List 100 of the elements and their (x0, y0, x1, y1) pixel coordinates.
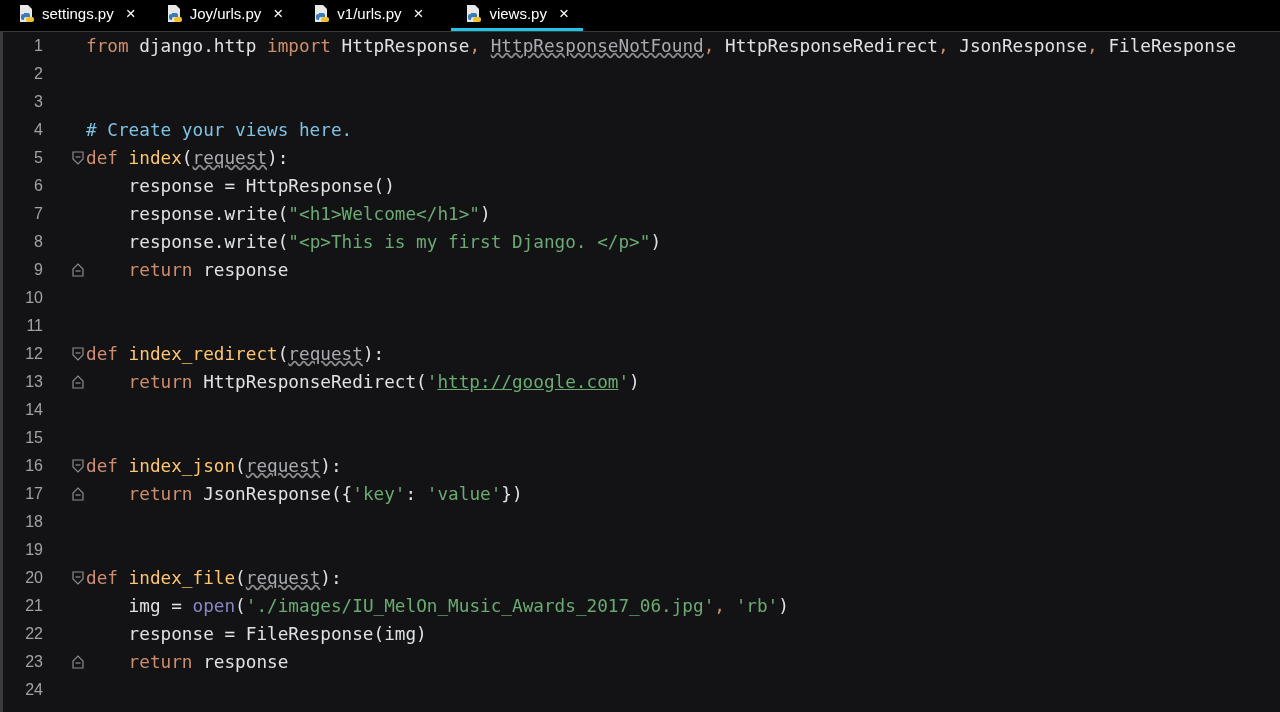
code-text: response = HttpResponse() (127, 174, 395, 198)
string-literal: "<h1>Welcome</h1>" (288, 202, 480, 226)
code-text: img = (127, 594, 183, 618)
line-number: 14 (24, 400, 44, 420)
close-tab-button[interactable]: × (558, 1, 569, 27)
code-text: response (203, 650, 289, 674)
fold-collapse-icon[interactable] (72, 347, 84, 361)
code-link[interactable]: http://google.com (437, 368, 619, 396)
keyword-text: def (86, 566, 119, 590)
line-number: 13 (24, 372, 44, 392)
line-number: 4 (33, 120, 44, 140)
string-literal: 'rb' (735, 594, 779, 618)
line-number: 9 (33, 260, 44, 280)
fold-collapse-icon[interactable] (72, 571, 84, 585)
close-tab-button[interactable]: × (273, 1, 284, 27)
code-comment: # Create your views here. (86, 118, 353, 142)
fold-end-icon[interactable] (72, 655, 84, 669)
unused-name: request (192, 146, 268, 170)
file-tab[interactable]: v1/urls.py × (311, 0, 436, 31)
code-text: ) (480, 202, 491, 226)
close-tab-button[interactable]: × (125, 1, 136, 27)
keyword-text: , (469, 34, 482, 58)
code-text: : (405, 482, 418, 506)
keyword-text: , (938, 34, 950, 58)
code-text: ): (267, 146, 289, 170)
code-text: ): (362, 342, 385, 366)
line-number: 22 (24, 624, 44, 644)
tab-label: v1/urls.py (337, 3, 402, 24)
string-literal: 'key' (352, 482, 406, 506)
code-text: response = FileResponse(img) (127, 622, 427, 646)
line-number: 2 (33, 64, 44, 84)
keyword-text: return (127, 482, 194, 506)
code-text: }) (501, 482, 523, 506)
line-number: 8 (33, 232, 44, 252)
keyword-text: return (127, 650, 194, 674)
close-tab-button[interactable]: × (413, 1, 424, 27)
code-text: ( (235, 454, 246, 478)
keyword-text: import (267, 34, 332, 58)
python-file-icon (465, 4, 484, 24)
tab-label: views.py (489, 3, 547, 24)
code-text: ( (181, 146, 193, 170)
keyword-text: def (86, 454, 119, 478)
python-file-icon (165, 4, 184, 24)
function-name: index_redirect (128, 342, 278, 366)
unused-name: request (245, 454, 321, 478)
code-text: ) (629, 370, 640, 394)
string-literal: ' (426, 370, 438, 394)
code-text: response.write( (127, 230, 289, 254)
string-literal: 'value' (426, 482, 502, 506)
code-text: ) (650, 230, 662, 254)
keyword-text: return (127, 370, 194, 394)
fold-collapse-icon[interactable] (72, 151, 84, 165)
line-number: 7 (33, 204, 44, 224)
code-text: ) (778, 594, 789, 618)
code-text: response.write( (127, 202, 289, 226)
code-text: HttpResponseRedirect (725, 34, 938, 58)
keyword-text: , (1087, 34, 1099, 58)
code-text: response (203, 258, 289, 282)
file-tab[interactable]: views.py × (451, 0, 583, 31)
line-number: 10 (24, 288, 44, 308)
unused-name: HttpResponseNotFound (490, 34, 704, 58)
string-literal: ' (618, 370, 630, 394)
string-literal: "<p>This is my first Django. </p>" (288, 230, 651, 254)
code-text: HttpResponse (341, 34, 470, 58)
python-file-icon (313, 4, 332, 24)
tab-label: settings.py (42, 3, 114, 24)
code-text: ( (277, 342, 289, 366)
line-number: 1 (33, 36, 44, 56)
function-name: index (128, 146, 182, 170)
fold-end-icon[interactable] (72, 487, 84, 501)
line-number: 5 (33, 148, 44, 168)
function-name: index_json (128, 454, 236, 478)
line-number: 11 (25, 316, 44, 336)
fold-end-icon[interactable] (72, 263, 84, 277)
line-number: 6 (33, 176, 44, 196)
function-name: index_file (128, 566, 236, 590)
line-number: 21 (24, 596, 44, 616)
code-text: django.http (139, 34, 258, 58)
line-number: 16 (24, 456, 44, 476)
line-number: 3 (33, 92, 44, 112)
tab-label: Joy/urls.py (189, 3, 262, 24)
fold-collapse-icon[interactable] (72, 459, 84, 473)
code-text: ( (235, 594, 246, 618)
keyword-text: , (703, 34, 716, 58)
fold-end-icon[interactable] (72, 375, 84, 389)
file-tab[interactable]: Joy/urls.py × (163, 0, 296, 31)
code-text: JsonResponse (959, 34, 1088, 58)
unused-name: request (245, 566, 321, 590)
line-number: 15 (24, 428, 44, 448)
code-text: ( (235, 566, 246, 590)
line-number: 24 (24, 680, 44, 700)
python-file-icon (18, 4, 36, 24)
code-text: HttpResponseRedirect( (203, 370, 427, 394)
keyword-text: def (86, 342, 119, 366)
file-tab[interactable]: settings.py × (16, 0, 148, 31)
code-text: ): (320, 454, 342, 478)
line-number: 23 (24, 652, 44, 672)
unused-name: request (288, 342, 363, 366)
builtin-name: open (192, 594, 236, 618)
line-number: 18 (24, 512, 44, 532)
